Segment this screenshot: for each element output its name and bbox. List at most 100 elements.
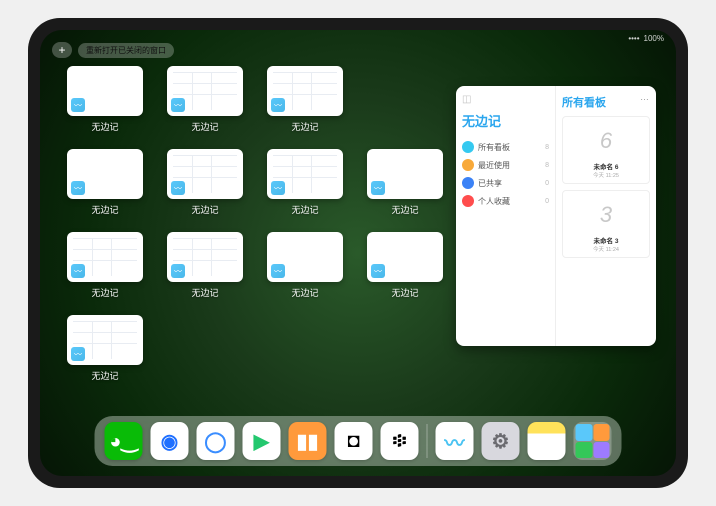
app-badge-icon: 〰 [71, 181, 85, 195]
dock-divider [427, 424, 428, 458]
expose-thumbnail[interactable]: 〰 [167, 232, 243, 282]
row-count: 8 [545, 162, 549, 169]
board-date: 今天 11:25 [567, 171, 645, 179]
expose-thumbnail[interactable]: 〰 [67, 315, 143, 365]
board-title: 未命名 3 [567, 235, 645, 245]
app-badge-icon: 〰 [71, 98, 85, 112]
expose-thumbnail[interactable]: 〰 [167, 66, 243, 116]
app-badge-icon: 〰 [371, 181, 385, 195]
expose-label: 无边记 [91, 120, 118, 133]
reopen-closed-window-button[interactable]: 重新打开已关闭的窗口 [78, 43, 174, 58]
more-icon[interactable]: … [640, 92, 650, 102]
expose-thumbnail[interactable]: 〰 [267, 66, 343, 116]
expose-label: 无边记 [391, 203, 418, 216]
sidebar-item[interactable]: 个人收藏 0 [462, 192, 549, 210]
app-badge-icon: 〰 [71, 264, 85, 278]
expose-label: 无边记 [191, 203, 218, 216]
row-count: 0 [545, 198, 549, 205]
row-label: 最近使用 [478, 160, 510, 171]
sidebar-item[interactable]: 所有看板 8 [462, 138, 549, 156]
dock-app-settings[interactable]: ⚙ [482, 422, 520, 460]
dock: ◕‿◉◯▶▮▮◘፨ 〰⚙ [95, 416, 622, 466]
wifi-icon: •••• [628, 34, 639, 43]
board-card[interactable]: 6未命名 6今天 11:25 [562, 116, 650, 184]
sidebar-icon: ◫ [462, 94, 549, 105]
dock-app-qq[interactable]: ◉ [151, 422, 189, 460]
top-controls: + 重新打开已关闭的窗口 [52, 42, 174, 58]
freeform-panel[interactable]: ◫ 无边记 所有看板8最近使用8已共享0个人收藏0 … 所有看板 6未命名 6今… [456, 86, 656, 346]
app-badge-icon: 〰 [171, 264, 185, 278]
dock-app-blackwhite[interactable]: ◘ [335, 422, 373, 460]
expose-thumbnail[interactable]: 〰 [67, 149, 143, 199]
expose-window[interactable]: 〰无边记 [265, 66, 345, 133]
app-badge-icon: 〰 [271, 98, 285, 112]
dock-app-library[interactable] [574, 422, 612, 460]
panel-left-title: 无边记 [462, 111, 549, 130]
app-badge-icon: 〰 [71, 347, 85, 361]
panel-right-title: 所有看板 [562, 94, 650, 110]
expose-window[interactable]: 〰无边记 [65, 66, 145, 133]
board-preview: 6 [567, 121, 645, 161]
expose-thumbnail[interactable]: 〰 [267, 232, 343, 282]
dock-app-wechat[interactable]: ◕‿ [105, 422, 143, 460]
app-badge-icon: 〰 [171, 98, 185, 112]
dock-app-books[interactable]: ▮▮ [289, 422, 327, 460]
expose-window[interactable]: 〰无边记 [165, 232, 245, 299]
app-badge-icon: 〰 [371, 264, 385, 278]
board-date: 今天 11:24 [567, 245, 645, 253]
screen: •••• 100% + 重新打开已关闭的窗口 〰无边记〰无边记〰无边记〰无边记〰… [40, 30, 676, 476]
battery-percent: 100% [644, 34, 664, 43]
row-icon [462, 195, 474, 207]
row-icon [462, 159, 474, 171]
row-label: 已共享 [478, 178, 502, 189]
expose-label: 无边记 [391, 286, 418, 299]
row-icon [462, 177, 474, 189]
expose-window[interactable]: 〰无边记 [365, 149, 445, 216]
expose-thumbnail[interactable]: 〰 [67, 66, 143, 116]
dock-app-notes[interactable] [528, 422, 566, 460]
dock-app-freeform[interactable]: 〰 [436, 422, 474, 460]
expose-window[interactable]: 〰无边记 [65, 315, 145, 382]
expose-label: 无边记 [291, 120, 318, 133]
expose-thumbnail[interactable]: 〰 [367, 232, 443, 282]
expose-thumbnail[interactable]: 〰 [367, 149, 443, 199]
expose-label: 无边记 [91, 369, 118, 382]
expose-label: 无边记 [91, 203, 118, 216]
row-label: 所有看板 [478, 142, 510, 153]
expose-thumbnail[interactable]: 〰 [167, 149, 243, 199]
board-title: 未命名 6 [567, 161, 645, 171]
dock-app-video[interactable]: ▶ [243, 422, 281, 460]
panel-sidebar: ◫ 无边记 所有看板 8 最近使用 8 已共享 0 个人收藏 0 [456, 86, 556, 346]
expose-window[interactable]: 〰无边记 [165, 149, 245, 216]
expose-label: 无边记 [191, 120, 218, 133]
board-card[interactable]: 3未命名 3今天 11:24 [562, 190, 650, 258]
expose-grid: 〰无边记〰无边记〰无边记〰无边记〰无边记〰无边记〰无边记〰无边记〰无边记〰无边记… [65, 66, 445, 382]
expose-window[interactable]: 〰无边记 [265, 232, 345, 299]
status-bar: •••• 100% [628, 34, 664, 43]
expose-window[interactable]: 〰无边记 [165, 66, 245, 133]
row-count: 8 [545, 144, 549, 151]
expose-window[interactable]: 〰无边记 [65, 149, 145, 216]
row-icon [462, 141, 474, 153]
app-badge-icon: 〰 [171, 181, 185, 195]
panel-main: … 所有看板 6未命名 6今天 11:253未命名 3今天 11:24 [556, 86, 656, 346]
ipad-frame: •••• 100% + 重新打开已关闭的窗口 〰无边记〰无边记〰无边记〰无边记〰… [28, 18, 688, 488]
expose-thumbnail[interactable]: 〰 [67, 232, 143, 282]
sidebar-item[interactable]: 已共享 0 [462, 174, 549, 192]
expose-label: 无边记 [291, 203, 318, 216]
expose-window[interactable]: 〰无边记 [65, 232, 145, 299]
board-preview: 3 [567, 195, 645, 235]
row-label: 个人收藏 [478, 196, 510, 207]
app-badge-icon: 〰 [271, 264, 285, 278]
expose-window[interactable]: 〰无边记 [365, 232, 445, 299]
expose-label: 无边记 [91, 286, 118, 299]
new-window-button[interactable]: + [52, 42, 72, 58]
app-badge-icon: 〰 [271, 181, 285, 195]
sidebar-item[interactable]: 最近使用 8 [462, 156, 549, 174]
expose-window[interactable]: 〰无边记 [265, 149, 345, 216]
dock-app-quark[interactable]: ◯ [197, 422, 235, 460]
expose-thumbnail[interactable]: 〰 [267, 149, 343, 199]
expose-label: 无边记 [191, 286, 218, 299]
dock-app-dots[interactable]: ፨ [381, 422, 419, 460]
row-count: 0 [545, 180, 549, 187]
